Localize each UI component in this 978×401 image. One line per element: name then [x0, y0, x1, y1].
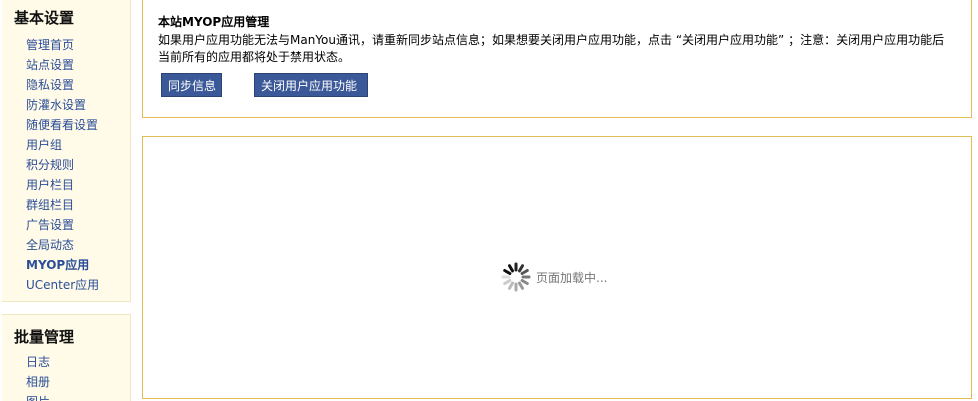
sidebar-item-browse-settings[interactable]: 随便看看设置 [26, 115, 99, 135]
sidebar-section-batch: 批量管理 日志 相册 图片 [2, 314, 131, 401]
sidebar-item-albums[interactable]: 相册 [26, 372, 50, 392]
notice-line-2: 当前所有的应用都将处于禁用状态。 [158, 50, 351, 64]
notice-line-1: 如果用户应用功能无法与ManYou通讯，请重新同步站点信息；如果想要关闭用户应用… [158, 33, 945, 47]
page: 基本设置 管理首页 站点设置 隐私设置 防灌水设置 随便看看设置 用户组 积分规… [0, 0, 978, 401]
sidebar-item-credit-rules[interactable]: 积分规则 [26, 155, 99, 175]
sidebar-item-myop-apps[interactable]: MYOP应用 [26, 255, 99, 275]
spinner-icon [501, 262, 531, 292]
sidebar-item-site-settings[interactable]: 站点设置 [26, 55, 99, 75]
sidebar-item-pictures[interactable]: 图片 [26, 392, 50, 401]
sidebar-menu-basic: 管理首页 站点设置 隐私设置 防灌水设置 随便看看设置 用户组 积分规则 用户栏… [26, 35, 99, 295]
sync-info-button[interactable]: 同步信息 [161, 73, 222, 97]
sidebar-item-anti-spam[interactable]: 防灌水设置 [26, 95, 99, 115]
notice-description: 如果用户应用功能无法与ManYou通讯，请重新同步站点信息；如果想要关闭用户应用… [158, 32, 958, 66]
sidebar-item-ad-settings[interactable]: 广告设置 [26, 215, 99, 235]
sidebar-item-ucenter-apps[interactable]: UCenter应用 [26, 275, 99, 295]
sidebar-item-group-columns[interactable]: 群组栏目 [26, 195, 99, 215]
notice-title: 本站MYOP应用管理 [158, 15, 270, 29]
sidebar-item-privacy-settings[interactable]: 隐私设置 [26, 75, 99, 95]
sidebar-section-basic: 基本设置 管理首页 站点设置 隐私设置 防灌水设置 随便看看设置 用户组 积分规… [2, 0, 131, 302]
loading-text: 页面加载中... [536, 270, 608, 285]
sidebar-item-user-columns[interactable]: 用户栏目 [26, 175, 99, 195]
content-frame: 页面加载中... [142, 136, 972, 399]
sidebar-item-blogs[interactable]: 日志 [26, 352, 50, 372]
sidebar-item-global-feed[interactable]: 全局动态 [26, 235, 99, 255]
sidebar-item-user-groups[interactable]: 用户组 [26, 135, 99, 155]
sidebar-menu-batch: 日志 相册 图片 [26, 352, 50, 401]
sidebar-section-title: 批量管理 [14, 328, 75, 346]
sidebar-section-title: 基本设置 [14, 9, 75, 27]
loading-indicator: 页面加载中... [500, 261, 607, 293]
close-user-apps-button[interactable]: 关闭用户应用功能 [254, 73, 368, 97]
sidebar: 基本设置 管理首页 站点设置 隐私设置 防灌水设置 随便看看设置 用户组 积分规… [0, 0, 133, 401]
sidebar-item-admin-home[interactable]: 管理首页 [26, 35, 99, 55]
myop-notice-panel: 本站MYOP应用管理 如果用户应用功能无法与ManYou通讯，请重新同步站点信息… [142, 0, 972, 118]
